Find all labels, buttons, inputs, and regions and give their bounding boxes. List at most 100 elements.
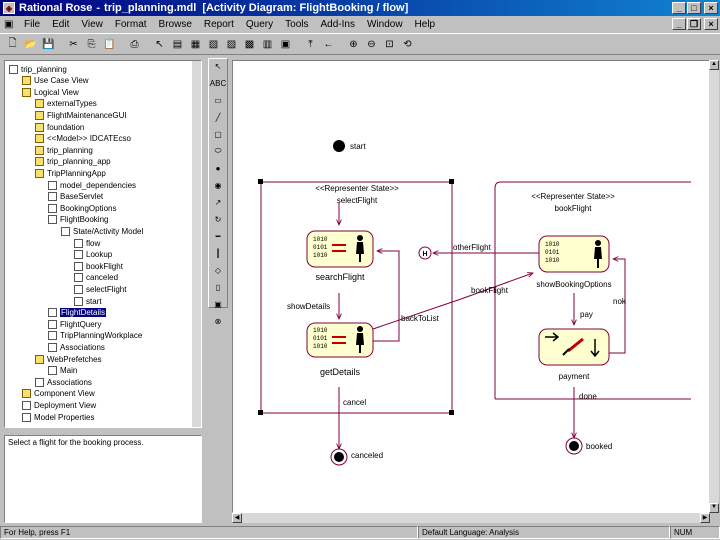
diagram-vertical-scrollbar[interactable]: ▲ ▼ xyxy=(709,60,719,513)
tree-item[interactable]: FlightQuery xyxy=(48,318,101,330)
documentation-window[interactable]: Select a flight for the booking process. xyxy=(4,435,202,523)
save-icon[interactable]: 💾 xyxy=(40,36,57,53)
search-flight-activity[interactable]: 1010 0101 1010 xyxy=(306,230,374,268)
browse-parent-icon[interactable]: ⤒ xyxy=(302,36,319,53)
doc-minimize-button[interactable]: _ xyxy=(672,18,686,30)
browse-deployment-icon[interactable]: ▩ xyxy=(241,36,258,53)
help-cursor-icon[interactable]: ↖ xyxy=(151,36,168,53)
menu-file[interactable]: File xyxy=(18,19,46,30)
tree-item[interactable]: Component View xyxy=(22,388,95,400)
tree-item[interactable]: FlightMaintenanceGUI xyxy=(35,109,127,121)
tree-item[interactable]: Associations xyxy=(48,341,105,353)
undo-fit-icon[interactable]: ⟲ xyxy=(399,36,416,53)
doc-restore-button[interactable]: ❐ xyxy=(687,18,701,30)
tree-item[interactable]: flow xyxy=(74,237,100,249)
menu-window[interactable]: Window xyxy=(361,19,409,30)
anchor-tool-icon[interactable]: ╱ xyxy=(209,110,227,124)
menu-tools[interactable]: Tools xyxy=(279,19,314,30)
tree-item[interactable]: Associations xyxy=(35,376,92,388)
tree-item[interactable]: Model Properties xyxy=(22,411,94,423)
open-icon[interactable]: 📂 xyxy=(22,36,39,53)
tree-item[interactable]: canceled xyxy=(74,272,118,284)
menu-view[interactable]: View xyxy=(75,19,109,30)
browse-state-icon[interactable]: ▣ xyxy=(277,36,294,53)
browse-class-icon[interactable]: ▦ xyxy=(187,36,204,53)
menu-help[interactable]: Help xyxy=(409,19,442,30)
tree-item[interactable]: selectFlight xyxy=(74,283,126,295)
tree-item[interactable]: trip_planning_app xyxy=(35,156,111,168)
tree-item[interactable]: BaseServlet xyxy=(48,191,103,203)
tree-item[interactable]: foundation xyxy=(35,121,84,133)
tree-item[interactable]: bookFlight xyxy=(74,260,123,272)
state-tool-icon[interactable]: ▢ xyxy=(209,127,227,141)
browse-component-icon[interactable]: ▨ xyxy=(223,36,240,53)
get-details-activity[interactable]: 1010 0101 1010 xyxy=(306,322,374,358)
swimlane-tool-icon[interactable]: ▯ xyxy=(209,280,227,294)
tree-item[interactable]: trip_planning xyxy=(9,63,67,75)
booked-end-state[interactable] xyxy=(565,437,583,455)
tree-item[interactable]: BookingOptions xyxy=(48,202,116,214)
vertical-sync-tool-icon[interactable]: ┃ xyxy=(209,246,227,260)
start-state-tool-icon[interactable]: ● xyxy=(209,161,227,175)
payment-activity[interactable] xyxy=(538,328,610,366)
horizontal-sync-tool-icon[interactable]: ━ xyxy=(209,229,227,243)
select-flight-state[interactable] xyxy=(258,179,454,415)
zoom-in-icon[interactable]: ⊕ xyxy=(345,36,362,53)
object-tool-icon[interactable]: ▣ xyxy=(209,297,227,311)
note-tool-icon[interactable]: ▭ xyxy=(209,93,227,107)
browse-usecase-icon[interactable]: ▧ xyxy=(205,36,222,53)
menu-format[interactable]: Format xyxy=(109,19,153,30)
copy-icon[interactable]: ⎘ xyxy=(83,36,100,53)
menu-edit[interactable]: Edit xyxy=(46,19,75,30)
zoom-out-icon[interactable]: ⊖ xyxy=(363,36,380,53)
tree-item[interactable]: Main xyxy=(48,365,77,377)
start-state[interactable] xyxy=(333,140,345,152)
tree-item[interactable]: trip_planning xyxy=(35,144,93,156)
menu-report[interactable]: Report xyxy=(198,19,240,30)
activity-tool-icon[interactable]: ⬭ xyxy=(209,144,227,158)
tree-item[interactable]: TripPlanningWorkplace xyxy=(48,330,142,342)
tree-item[interactable]: WebPrefetches xyxy=(35,353,102,365)
tree-item[interactable]: Use Case View xyxy=(22,75,89,87)
text-tool-icon[interactable]: ABC xyxy=(209,76,227,90)
menu-query[interactable]: Query xyxy=(240,19,279,30)
tree-item[interactable]: <<Model>> IDCATEcso xyxy=(35,133,131,145)
show-booking-options-activity[interactable]: 1010 0101 1010 xyxy=(538,235,610,273)
tree-item[interactable]: start xyxy=(74,295,102,307)
tree-item[interactable]: Deployment View xyxy=(22,399,96,411)
tree-item[interactable]: FlightBooking xyxy=(48,214,108,226)
tree-item[interactable]: State/Activity Model xyxy=(61,225,143,237)
cut-icon[interactable]: ✂ xyxy=(65,36,82,53)
decision-tool-icon[interactable]: ◇ xyxy=(209,263,227,277)
minimize-button[interactable]: _ xyxy=(672,2,686,14)
new-icon[interactable]: 🗋 xyxy=(4,36,21,53)
print-icon[interactable]: ⎙ xyxy=(126,36,143,53)
diagram-horizontal-scrollbar[interactable]: ◀ ▶ xyxy=(232,513,710,523)
maximize-button[interactable]: □ xyxy=(687,2,701,14)
tree-item[interactable]: TripPlanningApp xyxy=(35,167,106,179)
document-icon[interactable]: ▣ xyxy=(4,19,14,30)
menu-addins[interactable]: Add-Ins xyxy=(315,19,361,30)
tree-item[interactable]: Logical View xyxy=(22,86,79,98)
app-icon[interactable]: ◈ xyxy=(3,2,15,14)
browser-scrollbar[interactable] xyxy=(192,61,201,427)
browse-previous-icon[interactable]: ← xyxy=(320,36,337,53)
view-doc-icon[interactable]: ▤ xyxy=(169,36,186,53)
end-state-tool-icon[interactable]: ◉ xyxy=(209,178,227,192)
browse-interaction-icon[interactable]: ▥ xyxy=(259,36,276,53)
tree-item[interactable]: externalTypes xyxy=(35,98,97,110)
model-browser[interactable]: trip_planning Use Case View Logical View ex… xyxy=(4,60,202,428)
tree-item[interactable]: FlightDetails xyxy=(48,307,107,319)
selection-tool-icon[interactable]: ↖ xyxy=(209,59,227,73)
fit-window-icon[interactable]: ⊡ xyxy=(381,36,398,53)
menu-browse[interactable]: Browse xyxy=(153,19,198,30)
transition-tool-icon[interactable]: ↗ xyxy=(209,195,227,209)
close-button[interactable]: × xyxy=(704,2,718,14)
tree-item[interactable]: model_dependencies xyxy=(48,179,136,191)
doc-close-button[interactable]: × xyxy=(704,18,718,30)
paste-icon[interactable]: 📋 xyxy=(101,36,118,53)
activity-diagram-canvas[interactable]: start <<Representer State>> selectFlight… xyxy=(232,60,710,513)
tree-item[interactable]: Lookup xyxy=(74,249,112,261)
book-flight-state[interactable] xyxy=(494,181,691,400)
object-flow-tool-icon[interactable]: ⊗ xyxy=(209,314,227,328)
